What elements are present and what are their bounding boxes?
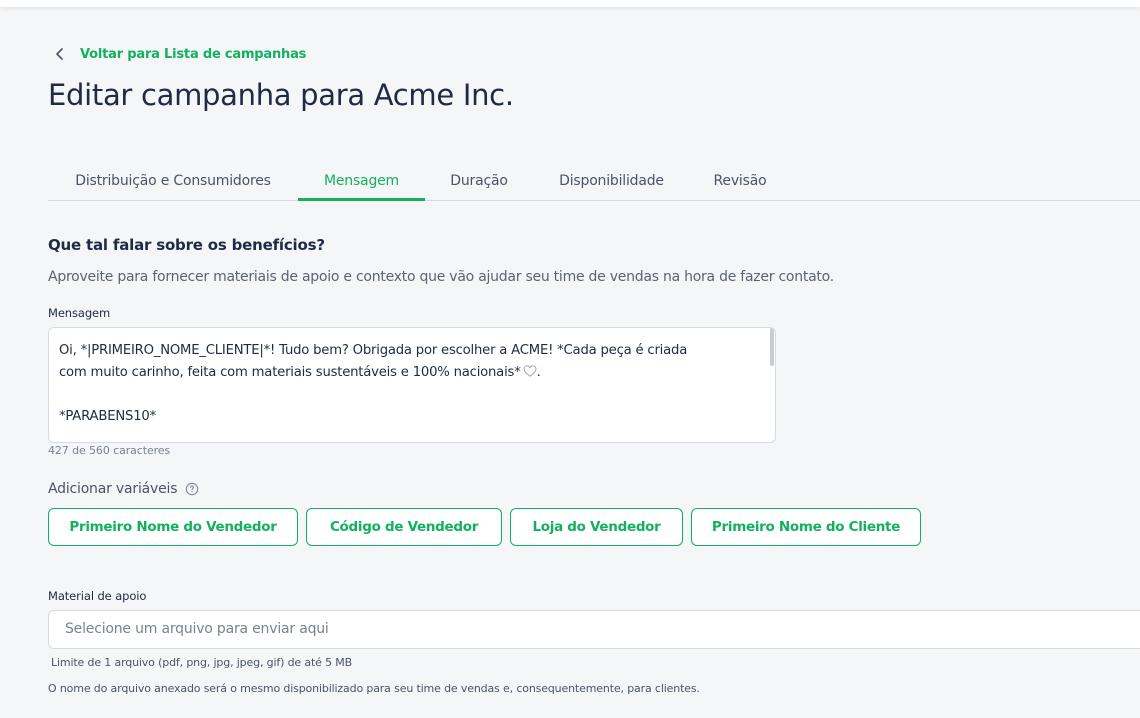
file-name-hint: O nome do arquivo anexado será o mesmo d… (48, 682, 700, 695)
message-label: Mensagem (48, 306, 111, 320)
character-counter: 427 de 560 caracteres (48, 444, 171, 457)
message-line-1: Oi, *|PRIMEIRO_NOME_CLIENTE|*! Tudo bem?… (59, 343, 688, 358)
tab-revisao[interactable]: Revisão (690, 166, 790, 198)
add-variable-seller-code-button[interactable]: Código de Vendedor (306, 508, 502, 546)
chevron-left-icon (56, 48, 63, 60)
file-limit-hint: Limite de 1 arquivo (pdf, png, jpg, jpeg… (51, 656, 353, 669)
message-line-3: *PARABENS10* (59, 409, 156, 424)
tab-distribuicao[interactable]: Distribuição e Consumidores (48, 166, 298, 198)
message-line-2: com muito carinho, feita com materiais s… (59, 365, 541, 380)
message-textarea[interactable]: Oi, *|PRIMEIRO_NOME_CLIENTE|*! Tudo bem?… (48, 327, 776, 443)
add-variable-client-first-name-button[interactable]: Primeiro Nome do Cliente (691, 508, 921, 546)
tab-disponibilidade[interactable]: Disponibilidade (533, 166, 690, 198)
message-content[interactable]: Oi, *|PRIMEIRO_NOME_CLIENTE|*! Tudo bem?… (59, 340, 759, 428)
section-description: Aproveite para fornecer materiais de apo… (48, 269, 834, 285)
variables-label: Adicionar variáveis (48, 481, 199, 497)
help-circle-icon[interactable] (185, 482, 199, 496)
back-link-label[interactable]: Voltar para Lista de campanhas (80, 47, 306, 62)
support-material-label: Material de apoio (48, 589, 147, 603)
back-link[interactable]: Voltar para Lista de campanhas (52, 44, 306, 64)
page-title: Editar campanha para Acme Inc. (48, 78, 514, 112)
tab-bar: Distribuição e Consumidores Mensagem Dur… (48, 166, 1140, 201)
tab-duracao[interactable]: Duração (425, 166, 533, 198)
scrollbar-thumb[interactable] (770, 328, 774, 366)
tab-mensagem[interactable]: Mensagem (298, 166, 425, 201)
add-variable-seller-store-button[interactable]: Loja do Vendedor (510, 508, 683, 546)
top-bar (0, 0, 1140, 7)
add-variable-seller-first-name-button[interactable]: Primeiro Nome do Vendedor (48, 508, 298, 546)
section-title: Que tal falar sobre os benefícios? (48, 236, 325, 254)
file-upload-field[interactable]: Selecione um arquivo para enviar aqui (48, 610, 1140, 649)
heart-icon (523, 365, 537, 377)
